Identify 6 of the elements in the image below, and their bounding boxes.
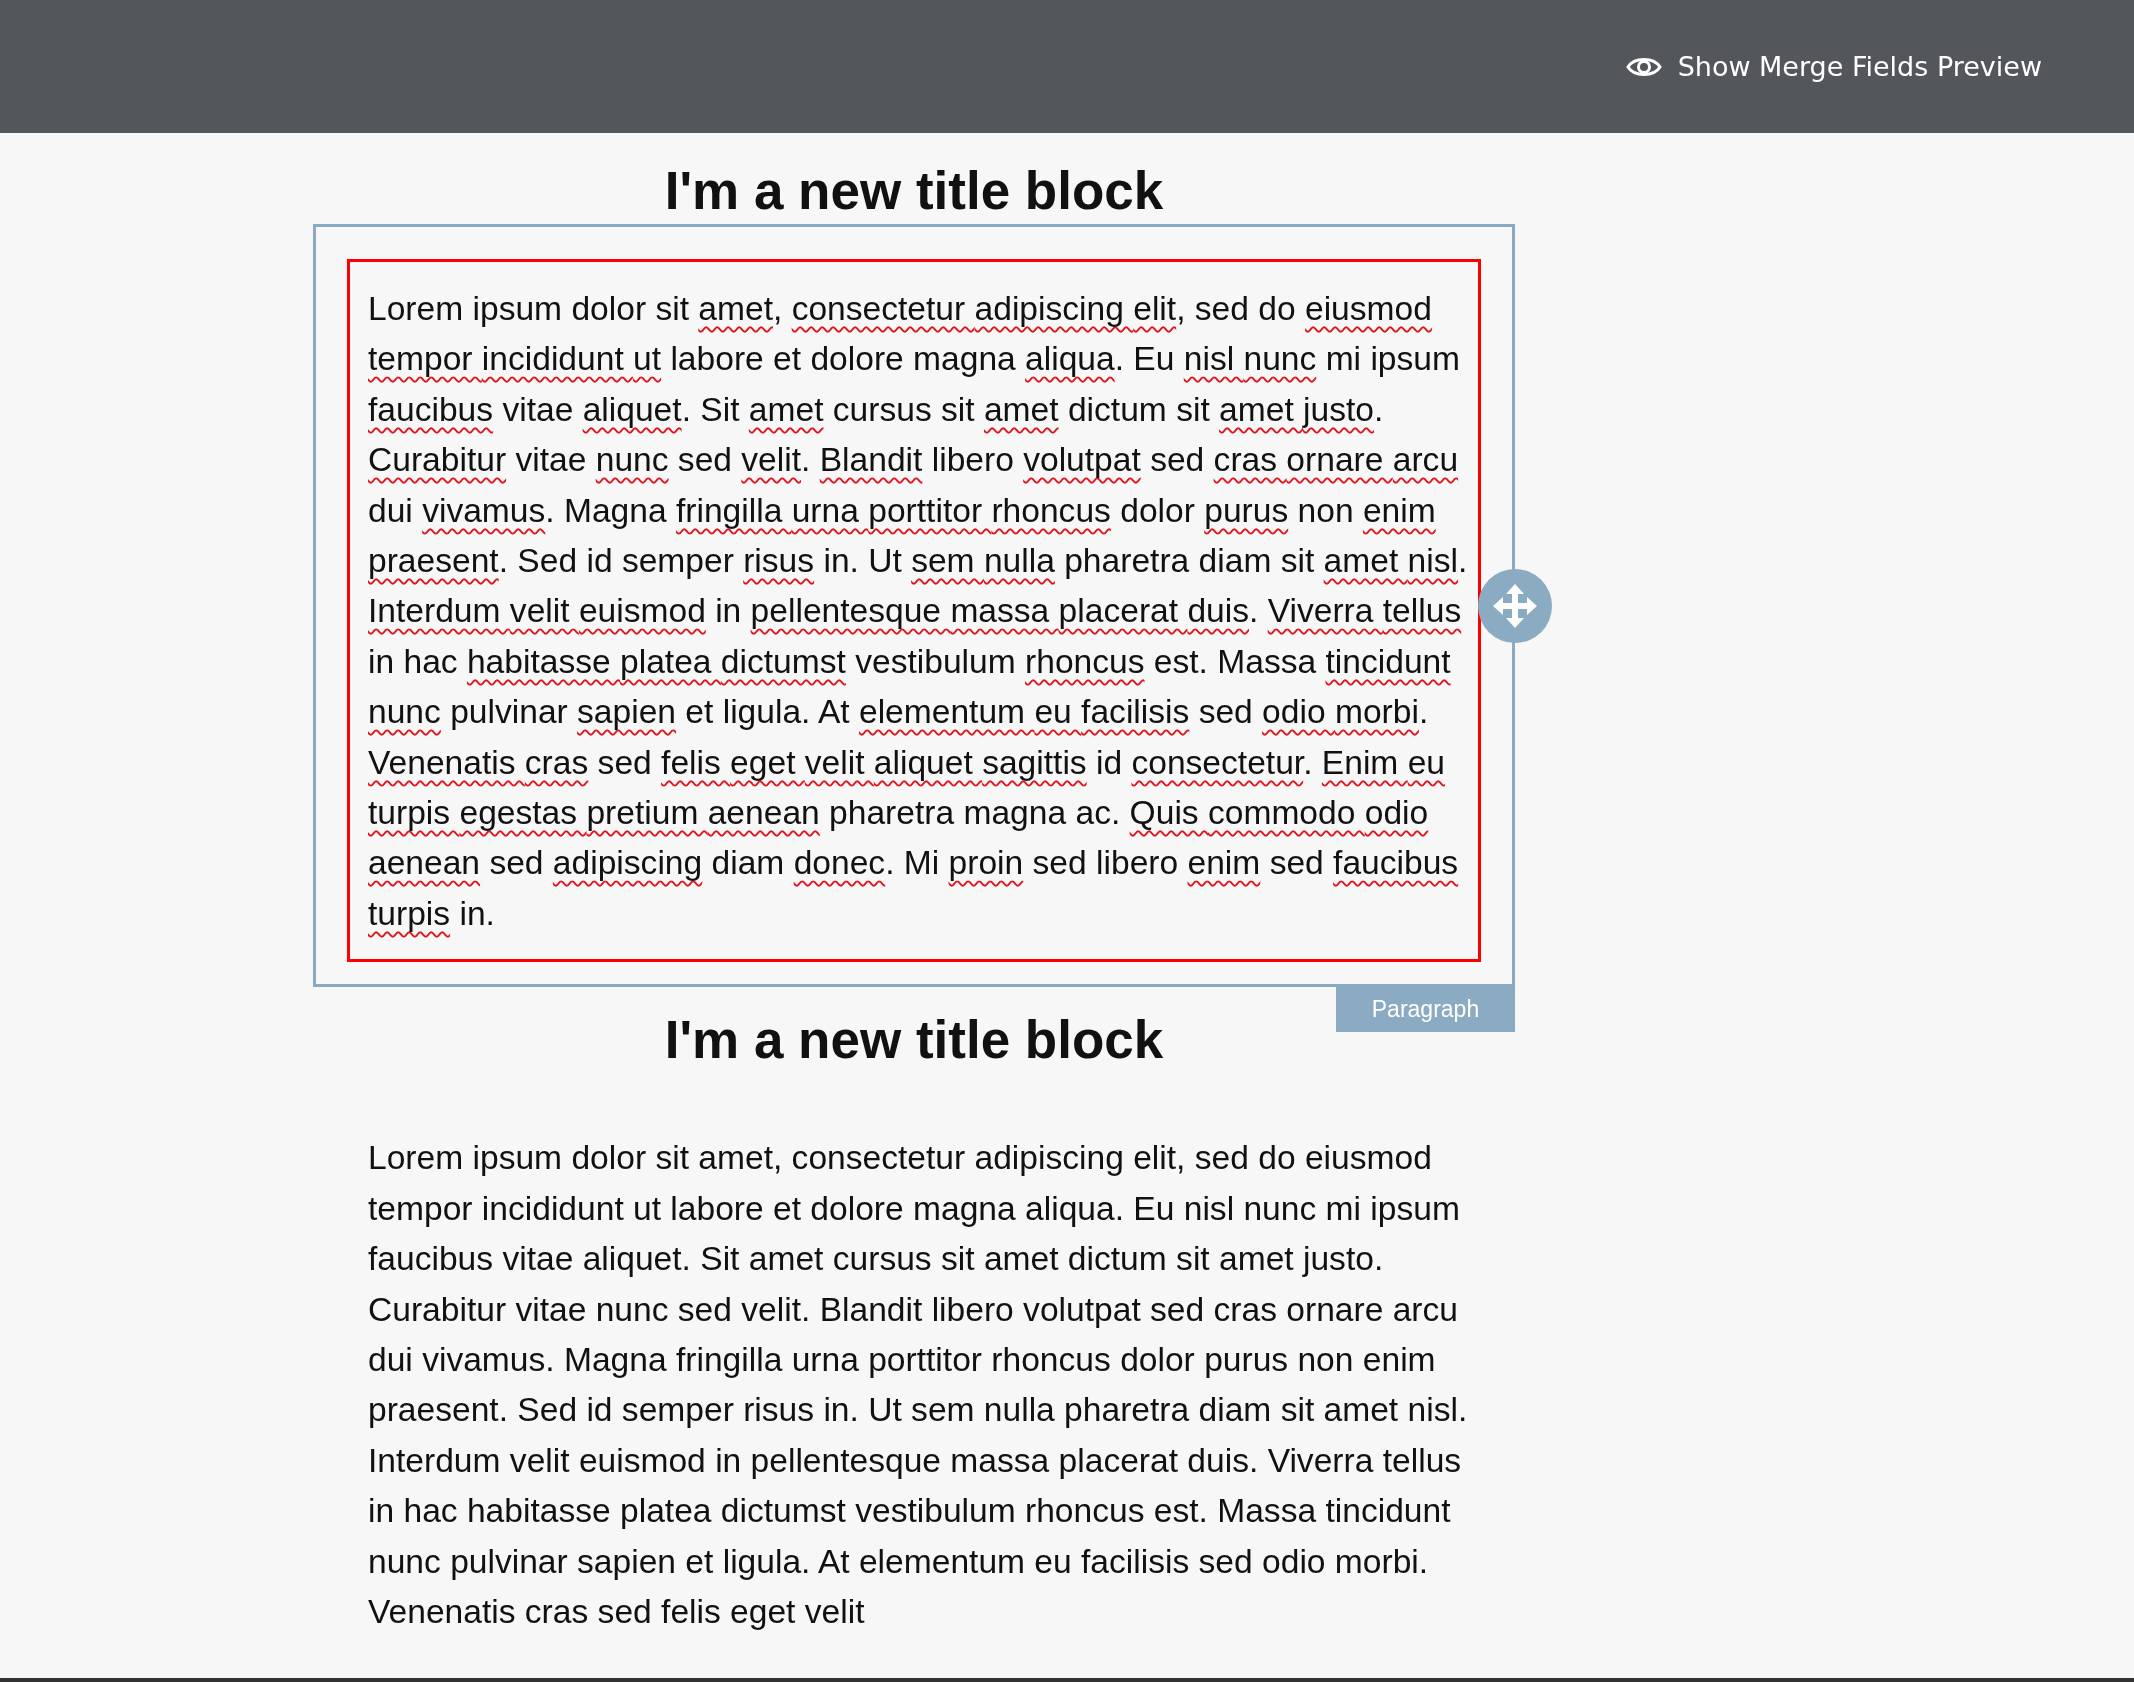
paragraph-text: Lorem ipsum dolor sit amet, consectetur adipiscing elit, sed do eiusmod tempor incididunt ut labore et dolore magna aliqua. Eu nisl nunc mi ipsum faucibus vitae aliquet. Sit amet cursus sit amet dictum sit amet justo. Curabitur vitae nunc sed velit. Blandit libero volutpat sed cras ornare arcu dui vivamus. Magna fringilla urna porttitor rhoncus dolor purus non enim praesent. Sed id semper risus in. Ut sem nulla pharetra diam sit amet nisl. Interdum velit euismod in pellentesque massa placerat duis. Viverra tellus in hac habitasse platea dictumst vestibulum rhoncus est. Massa tincidunt nunc pulvinar sapien et ligula. At elementum eu facilisis sed odio morbi. Venenatis cras sed felis eget velit aliquet sagittis id consectetur. Enim eu turpis egestas pretium aenean pharetra magna ac. Quis commodo odio aenean sed adipiscing diam donec. Mi proin sed libero enim sed faucibus turpis in. bbox=[368, 289, 1469, 934]
block-title: I'm a new title block bbox=[663, 1009, 1165, 1072]
paragraph-text: Lorem ipsum dolor sit amet, consectetur adipiscing elit, sed do eiusmod tempor incididunt ut labore et dolore magna aliqua. Eu nisl nunc mi ipsum faucibus vitae aliquet. Sit amet cursus sit amet dictum sit amet justo. Curabitur vitae nunc sed velit. Blandit libero volutpat sed cras ornare arcu dui vivamus. Magna fringilla urna porttitor rhoncus dolor purus non enim praesent. Sed id semper risus in. Ut sem nulla pharetra diam sit amet nisl. Interdum velit euismod in pellentesque massa placerat duis. Viverra tellus in hac habitasse platea dictumst vestibulum rhoncus est. Massa tincidunt nunc pulvinar sapien et ligula. At elementum eu facilisis sed odio morbi. Venenatis cras sed felis eget velit bbox=[368, 1138, 1469, 1632]
block-title: I'm a new title block bbox=[663, 160, 1165, 222]
block-type-label: Paragraph bbox=[1336, 987, 1515, 1033]
merge-fields-preview-button[interactable]: Show Merge Fields Preview bbox=[1625, 45, 2042, 88]
